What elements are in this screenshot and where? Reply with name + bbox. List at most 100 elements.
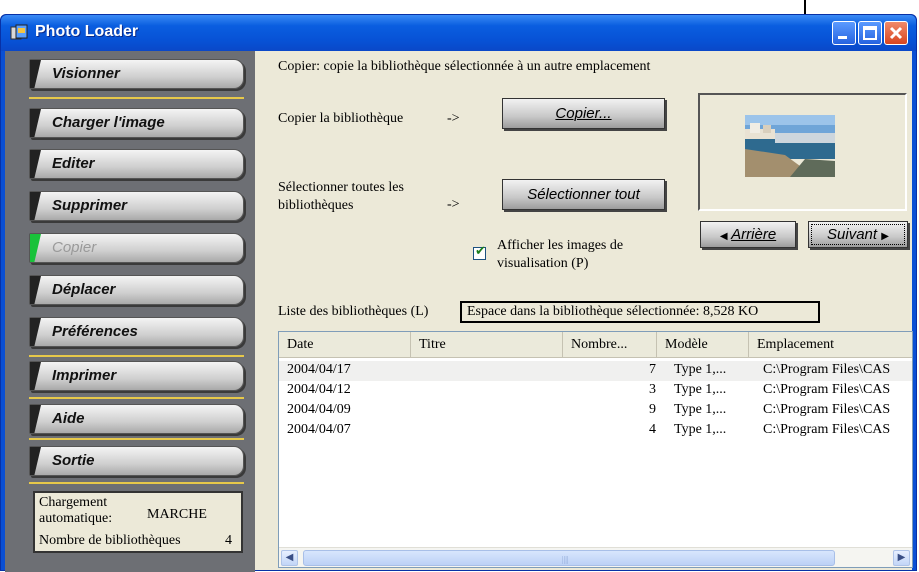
sidebar-item-sortie[interactable]: Sortie xyxy=(29,446,244,476)
arrow-label: -> xyxy=(447,197,460,212)
sidebar-separator xyxy=(29,482,244,484)
sidebar-item-label: Copier xyxy=(52,239,97,256)
cell-date: 2004/04/09 xyxy=(287,402,351,417)
sidebar-separator xyxy=(29,397,244,399)
column-header-model[interactable]: Modèle xyxy=(657,332,749,358)
copy-library-label: Copier la bibliothèque xyxy=(278,111,404,126)
cell-date: 2004/04/07 xyxy=(287,422,351,437)
window-title: Photo Loader xyxy=(35,23,139,40)
notch-icon xyxy=(30,362,41,390)
maximize-button[interactable] xyxy=(858,21,882,45)
cell-count: 9 xyxy=(649,402,656,417)
cell-count: 7 xyxy=(649,362,656,377)
autoload-value: MARCHE xyxy=(147,507,207,522)
previous-button[interactable]: ◀ Arrière xyxy=(700,221,796,248)
chevron-right-icon: ▶ xyxy=(897,552,906,563)
sidebar-item-label: Visionner xyxy=(52,65,120,82)
library-count-label: Nombre de bibliothèques xyxy=(39,533,181,548)
operation-description: Copier: copie la bibliothèque sélectionn… xyxy=(278,59,651,74)
column-header-count[interactable]: Nombre... xyxy=(563,332,657,358)
next-button-label: Suivant xyxy=(827,226,878,243)
sidebar-item-copier: Copier xyxy=(29,233,244,263)
sidebar: Visionner Charger l'image Editer Supprim… xyxy=(5,51,255,572)
cell-count: 4 xyxy=(649,422,656,437)
table-row[interactable]: 2004/04/07 4 Type 1,... C:\Program Files… xyxy=(279,421,912,441)
preview-checkbox[interactable]: ✔ xyxy=(473,244,486,260)
scrollbar-thumb[interactable]: |||| xyxy=(303,550,835,566)
cell-model: Type 1,... xyxy=(674,422,727,437)
sidebar-item-aide[interactable]: Aide xyxy=(29,404,244,434)
app-window: Photo Loader Visionner Charger l'image E… xyxy=(0,14,917,572)
title-bar[interactable]: Photo Loader xyxy=(1,15,916,51)
table-row[interactable]: 2004/04/17 7 Type 1,... C:\Program Files… xyxy=(279,361,912,381)
preview-checkbox-label[interactable]: Afficher les images de visualisation (P) xyxy=(497,237,657,273)
notch-icon xyxy=(30,192,41,220)
select-all-label: Sélectionner toutes les bibliothèques xyxy=(278,180,404,213)
notch-icon xyxy=(30,234,41,262)
sidebar-item-label: Aide xyxy=(52,410,85,427)
sidebar-item-editer[interactable]: Editer xyxy=(29,149,244,179)
sidebar-item-visionner[interactable]: Visionner xyxy=(29,59,244,89)
triangle-left-icon: ◀ xyxy=(719,231,728,242)
photo-loader-icon xyxy=(10,24,28,40)
sidebar-item-deplacer[interactable]: Déplacer xyxy=(29,275,244,305)
thumbnail-frame xyxy=(698,93,907,211)
column-header-date[interactable]: Date xyxy=(279,332,411,358)
space-info-box: Espace dans la bibliothèque sélectionnée… xyxy=(460,301,820,323)
column-header-location[interactable]: Emplacement xyxy=(749,332,912,358)
cell-location: C:\Program Files\CAS xyxy=(763,422,891,437)
table-row[interactable]: 2004/04/09 9 Type 1,... C:\Program Files… xyxy=(279,401,912,421)
sidebar-item-label: Supprimer xyxy=(52,197,128,214)
cell-model: Type 1,... xyxy=(674,362,727,377)
scroll-right-button[interactable]: ▶ xyxy=(893,550,910,566)
sidebar-item-charger-image[interactable]: Charger l'image xyxy=(29,108,244,138)
sidebar-item-label: Imprimer xyxy=(52,367,117,384)
close-icon xyxy=(889,26,903,40)
triangle-right-icon: ▶ xyxy=(881,231,889,242)
client-area: Visionner Charger l'image Editer Supprim… xyxy=(5,51,913,572)
list-header: Date Titre Nombre... Modèle Emplacement xyxy=(279,332,912,358)
cell-date: 2004/04/17 xyxy=(287,362,351,377)
sidebar-item-label: Charger l'image xyxy=(52,114,165,131)
next-button[interactable]: Suivant ▶ xyxy=(808,221,908,248)
select-all-button-label: Sélectionner tout xyxy=(527,186,640,203)
cell-model: Type 1,... xyxy=(674,402,727,417)
sidebar-separator xyxy=(29,438,244,440)
minimize-button[interactable] xyxy=(832,21,856,45)
table-row[interactable]: 2004/04/12 3 Type 1,... C:\Program Files… xyxy=(279,381,912,401)
sidebar-item-preferences[interactable]: Préférences xyxy=(29,317,244,347)
library-list[interactable]: Date Titre Nombre... Modèle Emplacement … xyxy=(278,331,913,568)
chevron-left-icon: ◀ xyxy=(285,552,294,563)
sidebar-item-label: Editer xyxy=(52,155,95,172)
cell-count: 3 xyxy=(649,382,656,397)
sidebar-item-label: Déplacer xyxy=(52,281,116,298)
copy-button[interactable]: Copier... xyxy=(502,98,665,129)
column-header-title[interactable]: Titre xyxy=(411,332,563,358)
grip-icon: |||| xyxy=(562,555,569,564)
sidebar-item-supprimer[interactable]: Supprimer xyxy=(29,191,244,221)
sidebar-item-label: Sortie xyxy=(52,452,95,469)
library-count-value: 4 xyxy=(225,533,232,548)
close-button[interactable] xyxy=(884,21,908,45)
cell-location: C:\Program Files\CAS xyxy=(763,382,891,397)
notch-icon xyxy=(30,150,41,178)
checkmark-icon: ✔ xyxy=(475,244,486,259)
scroll-left-button[interactable]: ◀ xyxy=(281,550,298,566)
notch-icon xyxy=(30,276,41,304)
sidebar-separator xyxy=(29,355,244,357)
sidebar-separator xyxy=(29,97,244,99)
cell-model: Type 1,... xyxy=(674,382,727,397)
library-list-label: Liste des bibliothèques (L) xyxy=(278,304,429,319)
photo-thumbnail xyxy=(745,115,835,177)
notch-icon xyxy=(30,109,41,137)
notch-icon xyxy=(30,405,41,433)
notch-icon xyxy=(30,318,41,346)
horizontal-scrollbar[interactable]: ◀ |||| ▶ xyxy=(279,547,912,567)
arrow-label: -> xyxy=(447,111,460,126)
select-all-button[interactable]: Sélectionner tout xyxy=(502,179,665,210)
cell-location: C:\Program Files\CAS xyxy=(763,362,891,377)
minimize-icon xyxy=(838,36,847,39)
sidebar-item-imprimer[interactable]: Imprimer xyxy=(29,361,244,391)
status-panel: Chargement automatique: MARCHE Nombre de… xyxy=(33,491,243,553)
notch-icon xyxy=(30,60,41,88)
